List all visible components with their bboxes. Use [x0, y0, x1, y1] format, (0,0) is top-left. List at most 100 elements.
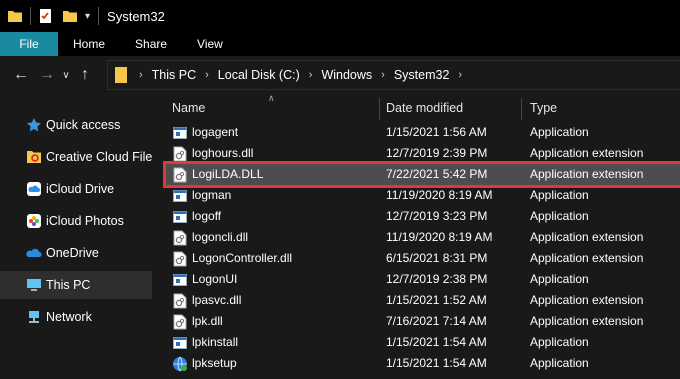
column-header-date-modified[interactable]: Date modified: [386, 101, 463, 115]
file-list: ∧ Name Date modified Type logagent 1/15/2…: [152, 93, 680, 379]
file-type: Application: [530, 356, 589, 370]
file-date-modified: 1/15/2021 1:52 AM: [386, 293, 487, 307]
file-date-modified: 12/7/2019 2:39 PM: [386, 146, 488, 160]
breadcrumb-this-pc[interactable]: This PC: [152, 68, 196, 82]
file-type: Application extension: [530, 146, 644, 160]
table-row[interactable]: loghours.dll 12/7/2019 2:39 PM Application…: [166, 143, 680, 164]
file-date-modified: 7/16/2021 7:14 AM: [386, 314, 487, 328]
table-row[interactable]: LogiLDA.DLL 7/22/2021 5:42 PM Application …: [163, 161, 680, 188]
back-arrow-icon[interactable]: ←: [10, 60, 32, 90]
file-type: Application extension: [530, 167, 644, 181]
file-name: LogonUI: [192, 272, 238, 286]
file-type: Application extension: [530, 230, 644, 244]
sort-ascending-icon: ∧: [268, 93, 275, 103]
navigation-pane: Quick access Creative Cloud Files iCloud…: [0, 94, 159, 379]
breadcrumb: › This PC › Local Disk (C:) › Windows › …: [130, 68, 471, 82]
table-row[interactable]: logman 11/19/2020 8:19 AM Application: [166, 185, 680, 206]
recent-locations-chevron-icon[interactable]: ∨: [58, 60, 74, 90]
computer-icon: [26, 277, 42, 293]
table-row[interactable]: lpasvc.dll 1/15/2021 1:52 AM Application e…: [166, 290, 680, 311]
tab-home[interactable]: Home: [58, 32, 120, 56]
file-date-modified: 1/15/2021 1:54 AM: [386, 335, 487, 349]
folder-icon[interactable]: [6, 7, 24, 25]
app-icon: [172, 125, 188, 141]
folder-icon: [114, 66, 128, 84]
column-divider[interactable]: [379, 98, 380, 120]
table-row[interactable]: lpksetup 1/15/2021 1:54 AM Application: [166, 353, 680, 374]
dll-icon: [172, 146, 188, 162]
file-name: logoff: [192, 209, 222, 223]
column-divider[interactable]: [521, 98, 522, 120]
app-icon: [172, 188, 188, 204]
properties-icon[interactable]: [37, 7, 55, 25]
file-type: Application extension: [530, 314, 644, 328]
sidebar-item-label: Network: [46, 310, 92, 324]
breadcrumb-windows[interactable]: Windows: [321, 68, 372, 82]
table-row[interactable]: lpk.dll 7/16/2021 7:14 AM Application exte…: [166, 311, 680, 332]
sidebar-item-icloud-photos[interactable]: iCloud Photos: [0, 207, 152, 235]
file-name: LogonController.dll: [192, 251, 293, 265]
table-row[interactable]: lpkinstall 1/15/2021 1:54 AM Application: [166, 332, 680, 353]
file-type: Application: [530, 272, 589, 286]
file-date-modified: 1/15/2021 1:56 AM: [386, 125, 487, 139]
new-folder-icon[interactable]: [61, 7, 79, 25]
chevron-right-icon[interactable]: ›: [381, 69, 385, 81]
forward-arrow-icon[interactable]: →: [36, 60, 58, 90]
chevron-right-icon[interactable]: ›: [458, 69, 462, 81]
column-header-type[interactable]: Type: [530, 101, 557, 115]
icloud-drive-icon: [26, 181, 42, 197]
file-type: Application: [530, 209, 589, 223]
file-name: LogiLDA.DLL: [192, 167, 264, 181]
table-row[interactable]: logagent 1/15/2021 1:56 AM Application: [166, 122, 680, 143]
chevron-right-icon[interactable]: ›: [205, 69, 209, 81]
sidebar-item-creative-cloud-files[interactable]: Creative Cloud Files: [0, 143, 159, 171]
dll-icon: [172, 230, 188, 246]
sidebar-item-this-pc[interactable]: This PC: [0, 271, 152, 299]
file-date-modified: 7/22/2021 5:42 PM: [386, 167, 488, 181]
network-icon: [26, 309, 42, 325]
up-arrow-icon[interactable]: ↑: [74, 60, 96, 90]
file-date-modified: 11/19/2020 8:19 AM: [386, 188, 493, 202]
file-date-modified: 1/15/2021 1:54 AM: [386, 356, 487, 370]
navigation-bar: ← → ∨ ↑ › This PC › Local Disk (C:) › Wi…: [0, 56, 680, 94]
sidebar-item-label: This PC: [46, 278, 91, 292]
window-title: System32: [107, 8, 165, 24]
sidebar-item-label: OneDrive: [46, 246, 99, 260]
sidebar-item-network[interactable]: Network: [0, 303, 152, 331]
file-type: Application: [530, 188, 589, 202]
file-type: Application extension: [530, 293, 644, 307]
sidebar-item-icloud-drive[interactable]: iCloud Drive: [0, 175, 152, 203]
installer-icon: [172, 356, 188, 372]
file-type: Application extension: [530, 251, 644, 265]
tab-file[interactable]: File: [0, 32, 58, 56]
tab-share[interactable]: Share: [120, 32, 182, 56]
file-name: logagent: [192, 125, 239, 139]
customize-toolbar-icon[interactable]: ▾: [85, 11, 90, 22]
file-name: lpasvc.dll: [192, 293, 242, 307]
file-date-modified: 12/7/2019 3:23 PM: [386, 209, 488, 223]
table-row[interactable]: LogonController.dll 6/15/2021 8:31 PM Appl…: [166, 248, 680, 269]
dll-icon: [172, 293, 188, 309]
tab-view[interactable]: View: [182, 32, 238, 56]
app-icon: [172, 272, 188, 288]
divider: [98, 7, 100, 25]
chevron-right-icon[interactable]: ›: [139, 69, 143, 81]
breadcrumb-local-disk[interactable]: Local Disk (C:): [218, 68, 300, 82]
sidebar-item-onedrive[interactable]: OneDrive: [0, 239, 152, 267]
file-type: Application: [530, 335, 589, 349]
sidebar-item-quick-access[interactable]: Quick access: [0, 111, 152, 139]
table-row[interactable]: logoff 12/7/2019 3:23 PM Application: [166, 206, 680, 227]
app-icon: [172, 335, 188, 351]
column-header-name[interactable]: Name: [172, 101, 205, 115]
star-icon: [26, 117, 42, 133]
quick-access-toolbar: ▾: [0, 0, 105, 32]
divider: [30, 7, 31, 25]
breadcrumb-system32[interactable]: System32: [394, 68, 450, 82]
chevron-right-icon[interactable]: ›: [309, 69, 313, 81]
address-bar[interactable]: › This PC › Local Disk (C:) › Windows › …: [107, 60, 680, 90]
table-row[interactable]: LogonUI 12/7/2019 2:38 PM Application: [166, 269, 680, 290]
file-type: Application: [530, 125, 589, 139]
file-name: loghours.dll: [192, 146, 254, 160]
file-name: logoncli.dll: [192, 230, 249, 244]
table-row[interactable]: logoncli.dll 11/19/2020 8:19 AM Applicatio…: [166, 227, 680, 248]
